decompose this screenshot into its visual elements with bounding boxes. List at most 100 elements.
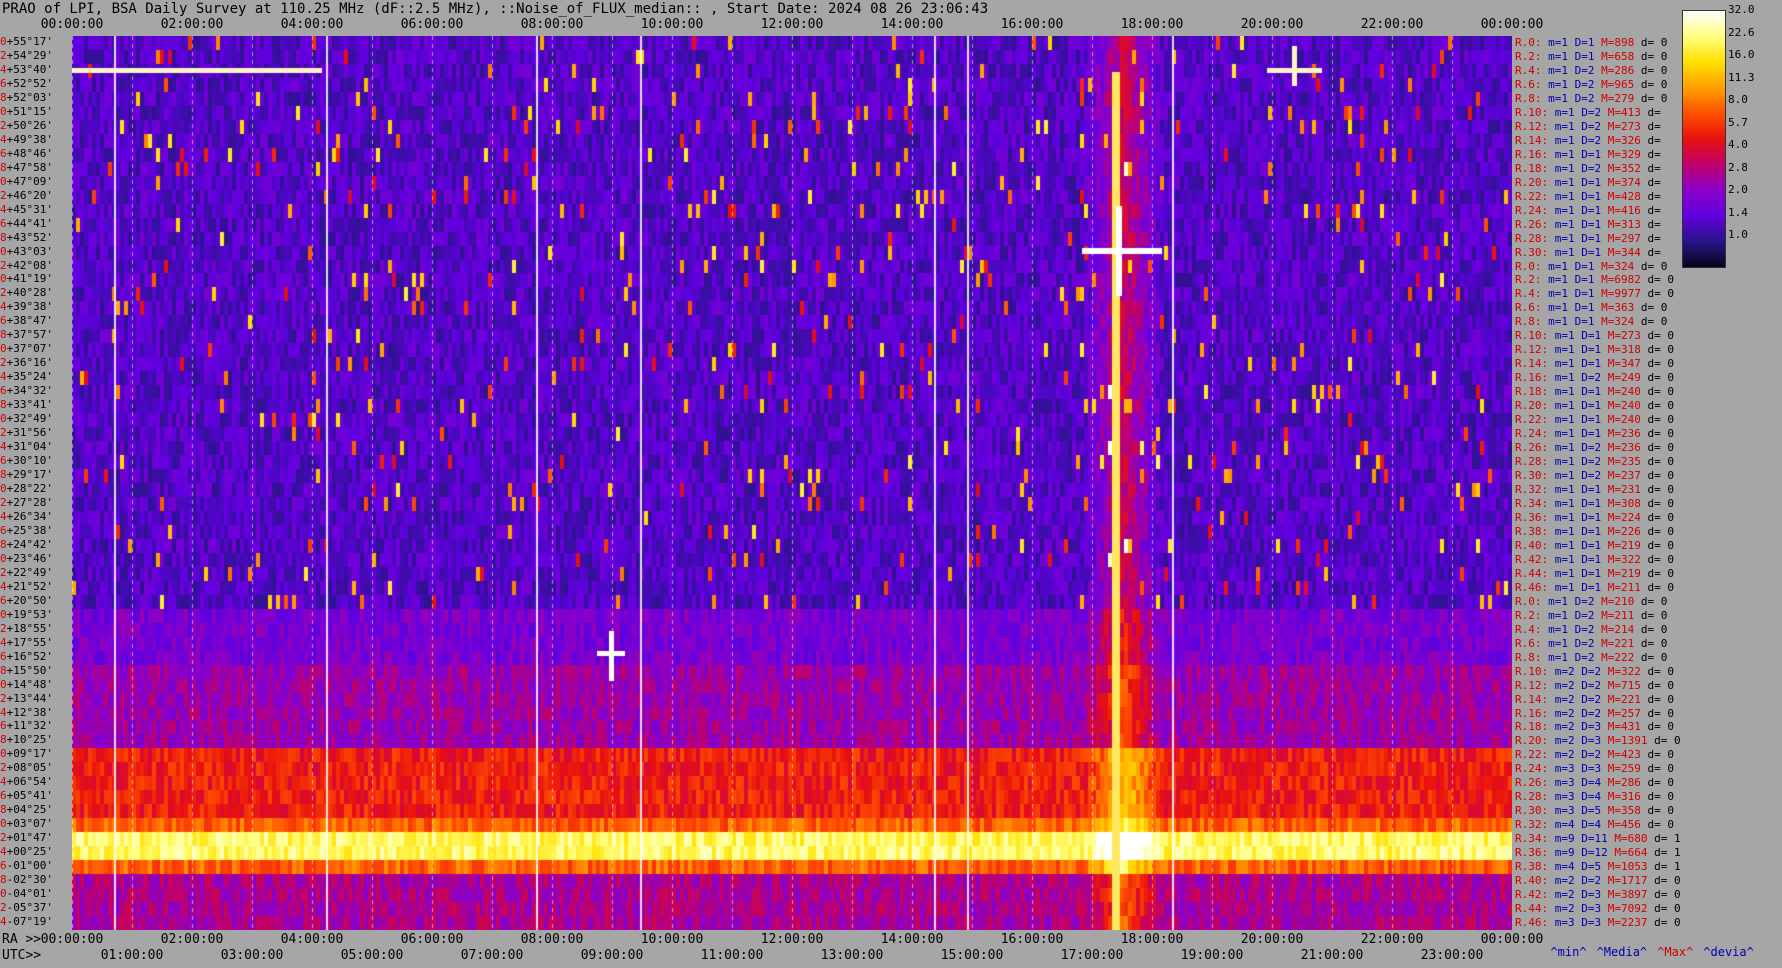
stat-D-label: D=: [1574, 524, 1595, 538]
beam-index: 2: [0, 832, 7, 845]
stat-m-label: m=: [1541, 622, 1562, 636]
stat-d: 1: [1674, 860, 1681, 874]
time-tick: 18:00:00: [1120, 932, 1184, 947]
stat-M-label: M=: [1601, 147, 1621, 161]
stat-M-label: M=: [1601, 804, 1621, 818]
stats-row: R.26: m=3 D=4 M=286 d= 0: [1515, 776, 1674, 790]
stats-row: R.28: m=3 D=4 M=316 d= 0: [1515, 790, 1674, 804]
stat-D: 1: [1587, 315, 1595, 329]
stat-M-label: M=: [1607, 846, 1628, 860]
declination-label: 4+45°31': [0, 204, 72, 218]
declination-label: 4+35°24': [0, 371, 72, 385]
beam-index: 0: [0, 678, 7, 691]
stat-d-label: d=: [1640, 510, 1668, 524]
stat-d: 0: [1667, 664, 1674, 678]
stat-M-label: M=: [1601, 916, 1621, 930]
beam-index: 0: [0, 608, 7, 621]
stat-d-label: d=: [1640, 483, 1668, 496]
colorbar: [1682, 10, 1726, 268]
declination-label: 4+12°38': [0, 707, 72, 721]
stat-D-label: D=: [1574, 566, 1595, 580]
stat-M-label: M=: [1594, 636, 1615, 650]
stat-M: 297: [1621, 231, 1641, 245]
stat-M: 1717: [1621, 874, 1648, 888]
stat-m-label: m=: [1548, 846, 1568, 860]
stats-row: R.0: m=1 D=2 M=210 d= 0: [1515, 595, 1667, 609]
time-tick: 04:00:00: [280, 17, 344, 32]
stat-M-label: M=: [1601, 762, 1621, 776]
stat-m-label: m=: [1548, 469, 1568, 483]
stat-m: 3: [1568, 804, 1575, 818]
stat-m-label: m=: [1541, 91, 1562, 105]
stat-m-label: m=: [1548, 524, 1568, 538]
stat-d-label: d=: [1640, 818, 1668, 832]
stat-d-label: d=: [1634, 622, 1661, 636]
stat-M-label: M=: [1601, 664, 1621, 678]
beam-index: 0: [0, 36, 7, 48]
stat-D: 1: [1587, 49, 1595, 63]
stat-d-label: d=: [1640, 413, 1668, 427]
stat-m-label: m=: [1548, 496, 1568, 510]
stat-d-label: d=: [1647, 888, 1674, 902]
declination-label: 6+11°32': [0, 720, 72, 734]
stat-m-label: m=: [1541, 63, 1562, 77]
declination-value: +17°55': [6, 636, 53, 649]
stat-r: R.22:: [1515, 413, 1549, 427]
beam-index: 6: [0, 790, 7, 803]
stat-m-label: m=: [1548, 664, 1568, 678]
stat-M: 286: [1614, 63, 1635, 77]
stat-d-label: d=: [1640, 692, 1668, 706]
declination-label: 0+23°46': [0, 553, 72, 567]
stat-r: R.18:: [1515, 385, 1549, 399]
stat-M-label: M=: [1594, 622, 1615, 636]
beam-index: 2: [0, 496, 7, 509]
stat-m-label: m=: [1548, 371, 1568, 385]
stat-M: 236: [1621, 427, 1641, 441]
declination-label: 2+13°44': [0, 693, 72, 707]
stat-m-label: m=: [1548, 413, 1568, 427]
colorbar-tick: 1.0: [1728, 228, 1748, 241]
stat-r: R.6:: [1515, 77, 1542, 91]
stats-row: R.42: m=1 D=1 M=322 d= 0: [1515, 553, 1674, 567]
stat-D-label: D=: [1574, 748, 1595, 762]
beam-index: 6: [0, 315, 7, 328]
declination-label: 2+18°55': [0, 623, 72, 637]
beam-index: 2: [0, 119, 7, 132]
stat-m: 1: [1568, 175, 1575, 189]
stat-D-label: D=: [1574, 818, 1595, 832]
stat-D-label: D=: [1574, 161, 1595, 175]
stats-row: R.46: m=1 D=1 M=211 d= 0: [1515, 581, 1674, 595]
declination-label: 6+52°52': [0, 78, 72, 92]
stats-row: R.24: m=1 D=1 M=236 d= 0: [1515, 427, 1674, 441]
beam-index: 4: [0, 510, 7, 523]
stat-r: R.0:: [1515, 594, 1542, 608]
heatmap-plot[interactable]: [72, 36, 1512, 930]
stat-d-label: d=: [1640, 706, 1668, 720]
stats-row: R.40: m=1 D=1 M=219 d= 0: [1515, 539, 1674, 553]
declination-value: -02°30': [6, 874, 53, 887]
stat-m-label: m=: [1548, 105, 1568, 119]
stat-m-label: m=: [1548, 385, 1568, 399]
stats-row: R.34: m=1 D=1 M=308 d= 0: [1515, 497, 1674, 511]
declination-label: 0+37°07': [0, 343, 72, 357]
time-tick: 06:00:00: [400, 932, 464, 947]
stat-M-label: M=: [1601, 510, 1621, 524]
declination-value: +05°41': [6, 790, 53, 803]
stat-d: 0: [1667, 692, 1674, 706]
stats-row: R.0: m=1 D=1 M=324 d= 0: [1515, 260, 1667, 274]
stat-d: 0: [1667, 357, 1674, 371]
declination-axis: 0+55°17' 2+54°29' 4+53°40' 6+52°52' 8+52°03'…: [0, 36, 72, 930]
stat-d-label: d=: [1634, 36, 1661, 49]
stat-r: R.30:: [1515, 469, 1549, 483]
stat-m: 3: [1568, 916, 1575, 930]
declination-label: 6+34°32': [0, 385, 72, 399]
stat-D-label: D=: [1568, 622, 1588, 636]
beam-index: 2: [0, 357, 7, 370]
stat-m: 1: [1568, 371, 1575, 385]
stat-D-label: D=: [1574, 469, 1595, 483]
stats-row: R.20: m=2 D=3 M=1391 d= 0: [1515, 734, 1681, 748]
stat-r: R.6:: [1515, 636, 1542, 650]
stat-m: 1: [1561, 63, 1568, 77]
stat-D-label: D=: [1574, 147, 1595, 161]
declination-label: 2+46°20': [0, 190, 72, 204]
